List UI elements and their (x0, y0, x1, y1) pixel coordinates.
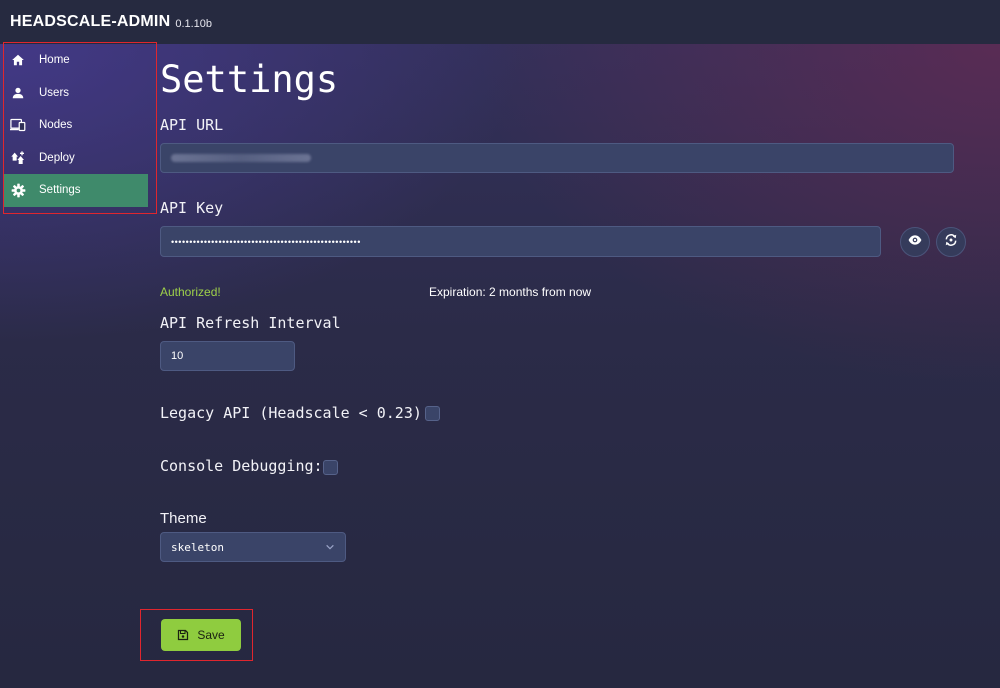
refresh-interval-label: API Refresh Interval (160, 314, 341, 332)
refresh-interval-input[interactable]: 10 (160, 341, 295, 371)
app-version: 0.1.10b (175, 17, 213, 30)
api-url-input[interactable] (160, 143, 954, 173)
floppy-disk-icon (177, 629, 189, 641)
api-key-value: ••••••••••••••••••••••••••••••••••••••••… (171, 236, 361, 247)
sidebar-item-label: Nodes (39, 119, 73, 132)
sidebar-item-home[interactable]: Home (4, 44, 148, 77)
api-key-input[interactable]: ••••••••••••••••••••••••••••••••••••••••… (160, 226, 881, 257)
app-title[interactable]: HEADSCALE-ADMIN (10, 13, 170, 31)
gear-icon (10, 182, 26, 198)
sidebar-item-label: Settings (39, 184, 81, 197)
refresh-icon (944, 233, 958, 252)
app-header: HEADSCALE-ADMIN 0.1.10b (0, 0, 1000, 44)
save-button[interactable]: Save (161, 619, 241, 651)
expiration-text: Expiration: 2 months from now (429, 285, 592, 299)
api-key-label: API Key (160, 199, 224, 217)
user-icon (10, 85, 26, 101)
sidebar-item-nodes[interactable]: Nodes (4, 109, 148, 142)
sidebar-item-label: Home (39, 54, 70, 67)
refresh-interval-value: 10 (171, 350, 184, 362)
sidebar: Home Users Nodes Deploy Settings (4, 44, 148, 207)
devices-icon (10, 117, 26, 133)
sidebar-item-settings[interactable]: Settings (4, 174, 148, 207)
console-debugging-label: Console Debugging: (160, 457, 323, 475)
rotate-key-button[interactable] (936, 227, 966, 257)
page-background (0, 44, 1000, 688)
theme-selected-value: skeleton (171, 540, 224, 554)
home-icon (10, 52, 26, 68)
sidebar-item-label: Users (39, 86, 70, 99)
deploy-icon (10, 150, 26, 166)
theme-label: Theme (160, 510, 207, 527)
save-button-label: Save (197, 628, 225, 642)
chevron-down-icon (325, 542, 335, 555)
page-title: Settings (160, 58, 339, 101)
sidebar-item-deploy[interactable]: Deploy (4, 142, 148, 175)
sidebar-item-users[interactable]: Users (4, 77, 148, 110)
api-url-label: API URL (160, 116, 224, 134)
eye-icon (908, 233, 922, 252)
redacted-url-text (171, 154, 311, 162)
show-key-button[interactable] (900, 227, 930, 257)
legacy-api-checkbox[interactable] (425, 406, 440, 421)
sidebar-item-label: Deploy (39, 151, 75, 164)
theme-select[interactable]: skeleton (160, 532, 346, 562)
console-debugging-checkbox[interactable] (323, 460, 338, 475)
authorized-status: Authorized! (160, 285, 221, 299)
legacy-api-label: Legacy API (Headscale < 0.23): (160, 404, 431, 422)
